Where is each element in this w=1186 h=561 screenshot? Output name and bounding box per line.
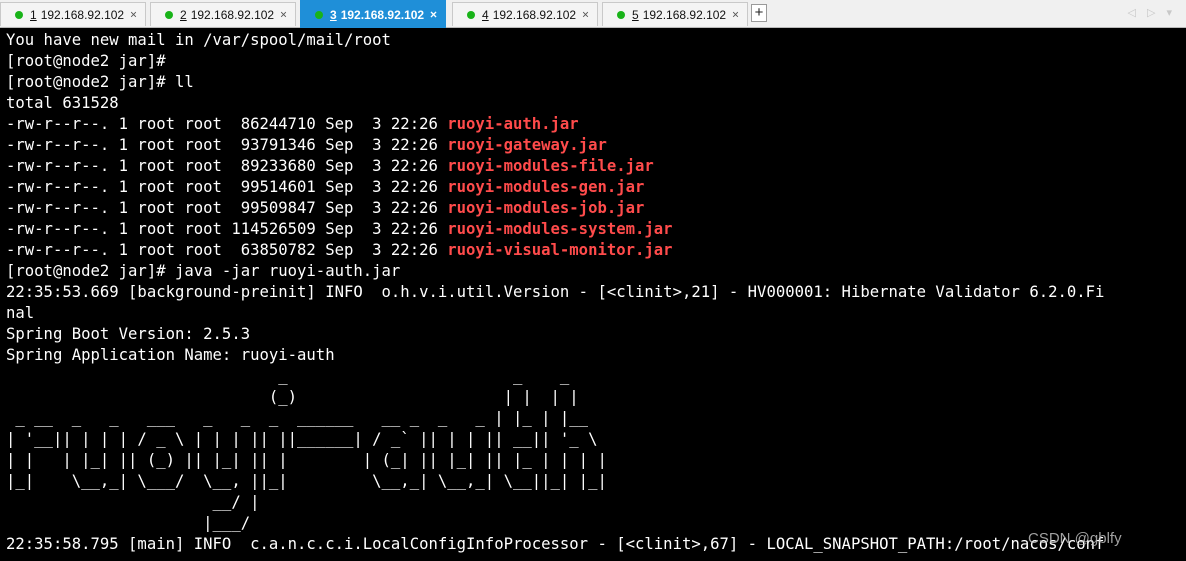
file-name: ruoyi-gateway.jar	[447, 136, 607, 154]
ascii-banner-line: _ _ _	[6, 367, 570, 385]
connected-status-icon	[315, 10, 323, 19]
watermark: CSDN @gblfy	[1028, 530, 1122, 547]
file-row: -rw-r--r--. 1 root root 99514601 Sep 3 2…	[6, 177, 1186, 198]
tab-number: 1	[30, 7, 37, 22]
close-icon[interactable]: ×	[280, 7, 287, 21]
tab-label: 192.168.92.102	[190, 7, 275, 22]
file-meta: -rw-r--r--. 1 root root 86244710 Sep 3 2…	[6, 115, 448, 133]
connected-status-icon	[15, 10, 23, 19]
close-icon[interactable]: ×	[732, 7, 739, 21]
tab-nav-icons[interactable]: ◁ ▷ ▾	[1127, 6, 1176, 19]
terminal-line: [root@node2 jar]# java -jar ruoyi-auth.j…	[6, 262, 401, 280]
close-icon[interactable]: ×	[582, 7, 589, 21]
file-meta: -rw-r--r--. 1 root root 63850782 Sep 3 2…	[6, 241, 448, 259]
file-row: -rw-r--r--. 1 root root 114526509 Sep 3 …	[6, 219, 1186, 240]
file-row: -rw-r--r--. 1 root root 89233680 Sep 3 2…	[6, 156, 1186, 177]
connected-status-icon	[467, 10, 475, 19]
tab-label: 192.168.92.102	[40, 7, 125, 22]
file-row: -rw-r--r--. 1 root root 86244710 Sep 3 2…	[6, 114, 1186, 135]
connected-status-icon	[165, 10, 173, 19]
file-name: ruoyi-modules-system.jar	[447, 220, 673, 238]
terminal-line: [root@node2 jar]# ll	[6, 73, 194, 91]
file-row: -rw-r--r--. 1 root root 93791346 Sep 3 2…	[6, 135, 1186, 156]
tab-number: 3	[330, 7, 337, 22]
file-row: -rw-r--r--. 1 root root 63850782 Sep 3 2…	[6, 240, 1186, 261]
close-icon[interactable]: ×	[130, 7, 137, 21]
terminal-output[interactable]: You have new mail in /var/spool/mail/roo…	[6, 30, 1186, 561]
tab-label: 192.168.92.102	[492, 7, 577, 22]
terminal-line: [root@node2 jar]#	[6, 52, 166, 70]
file-meta: -rw-r--r--. 1 root root 114526509 Sep 3 …	[6, 220, 448, 238]
terminal-line: 22:35:53.669 [background-preinit] INFO o…	[6, 283, 1105, 301]
file-meta: -rw-r--r--. 1 root root 99514601 Sep 3 2…	[6, 178, 448, 196]
add-tab-button[interactable]: +	[751, 4, 767, 22]
tab-label: 192.168.92.102	[340, 7, 425, 22]
tab-number: 4	[482, 7, 489, 22]
tab-bar: 1 192.168.92.102 × 2 192.168.92.102 × 3 …	[0, 0, 1186, 28]
terminal-line: Spring Boot Version: 2.5.3	[6, 325, 251, 343]
terminal-line: You have new mail in /var/spool/mail/roo…	[6, 31, 391, 49]
ascii-banner-line: __/ |	[6, 493, 260, 511]
tab-session-2[interactable]: 2 192.168.92.102 ×	[150, 2, 296, 26]
tab-session-1[interactable]: 1 192.168.92.102 ×	[0, 2, 146, 26]
file-row: -rw-r--r--. 1 root root 99509847 Sep 3 2…	[6, 198, 1186, 219]
tab-number: 5	[632, 7, 639, 22]
file-name: ruoyi-visual-monitor.jar	[447, 241, 673, 259]
ascii-banner-line: (_) | | | |	[6, 388, 579, 406]
tab-session-4[interactable]: 4 192.168.92.102 ×	[452, 2, 598, 26]
ascii-banner-line: | | | |_| || (_) || |_| || | | (_| || |_…	[6, 451, 607, 469]
tab-session-3[interactable]: 3 192.168.92.102 ×	[300, 0, 446, 28]
tab-number: 2	[180, 7, 187, 22]
connected-status-icon	[617, 10, 625, 19]
terminal-line: Spring Application Name: ruoyi-auth	[6, 346, 335, 364]
file-name: ruoyi-modules-file.jar	[447, 157, 654, 175]
file-meta: -rw-r--r--. 1 root root 89233680 Sep 3 2…	[6, 157, 448, 175]
ascii-banner-line: |_| \__,_| \___/ \__, ||_| \__,_| \__,_|…	[6, 472, 607, 490]
file-name: ruoyi-modules-job.jar	[447, 199, 645, 217]
tab-session-5[interactable]: 5 192.168.92.102 ×	[602, 2, 748, 26]
file-name: ruoyi-modules-gen.jar	[447, 178, 645, 196]
file-meta: -rw-r--r--. 1 root root 99509847 Sep 3 2…	[6, 199, 448, 217]
ascii-banner-line: _ __ _ _ ___ _ _ _ ______ __ _ _ _ | |_ …	[6, 409, 589, 427]
terminal-line: 22:35:58.795 [main] INFO c.a.n.c.c.i.Loc…	[6, 535, 1105, 553]
file-meta: -rw-r--r--. 1 root root 93791346 Sep 3 2…	[6, 136, 448, 154]
tab-label: 192.168.92.102	[642, 7, 727, 22]
ascii-banner-line: |___/	[6, 514, 251, 532]
close-icon[interactable]: ×	[430, 7, 437, 21]
terminal-line: total 631528	[6, 94, 119, 112]
file-name: ruoyi-auth.jar	[447, 115, 579, 133]
ascii-banner-line: | '__|| | | | / _ \ | | | || ||______| /…	[6, 430, 598, 448]
terminal-line: nal	[6, 304, 35, 322]
